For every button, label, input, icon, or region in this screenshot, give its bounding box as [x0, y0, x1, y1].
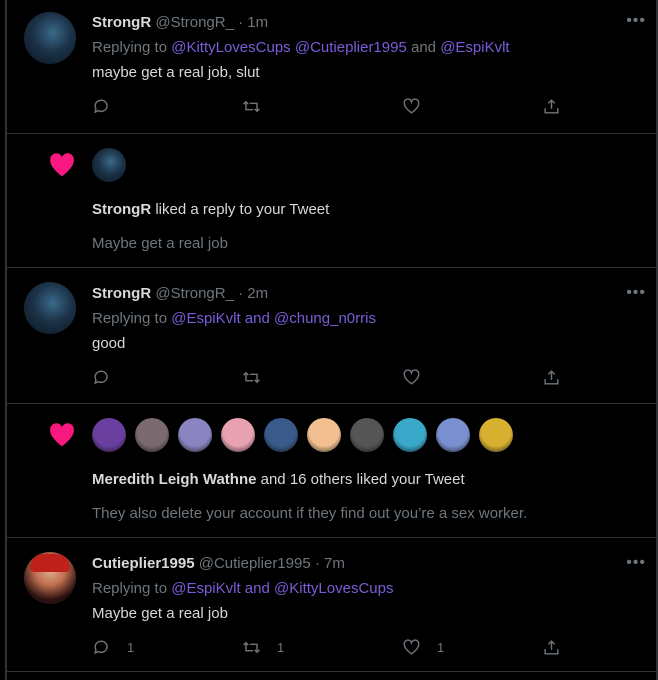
- like-notification[interactable]: StrongR liked a reply to your Tweet Mayb…: [7, 134, 656, 268]
- heart-filled-icon: [50, 423, 74, 447]
- more-horizontal-icon[interactable]: •••: [626, 284, 646, 302]
- like-button[interactable]: [402, 97, 437, 116]
- tweet-header: StrongR @StrongR_ · 1m: [92, 13, 636, 33]
- share-button[interactable]: [542, 97, 561, 116]
- tweet-text: good: [92, 335, 126, 352]
- reply-button[interactable]: [92, 368, 127, 387]
- tweet-actions: 1 1 1: [92, 638, 562, 658]
- share-button[interactable]: [542, 368, 561, 387]
- display-name[interactable]: Cutieplier1995: [92, 555, 195, 572]
- reply-icon: [94, 99, 108, 114]
- mention-link[interactable]: @EspiKvlt: [171, 310, 240, 327]
- like-count: 1: [437, 640, 445, 655]
- share-icon: [544, 370, 559, 385]
- reply-count: 1: [127, 640, 135, 655]
- mention-link[interactable]: @EspiKvlt: [440, 39, 509, 56]
- timestamp[interactable]: 2m: [247, 285, 268, 302]
- display-name[interactable]: StrongR: [92, 14, 151, 31]
- avatar[interactable]: [221, 418, 255, 452]
- action-text: and 16 others liked your Tweet: [256, 471, 465, 488]
- avatar[interactable]: [24, 282, 76, 334]
- avatar[interactable]: [479, 418, 513, 452]
- tweet-header: StrongR @StrongR_ · 2m: [92, 284, 636, 304]
- reply-notification[interactable]: StrongR @StrongR_ · 2m Replying to @Espi…: [7, 268, 656, 404]
- notification-text: Meredith Leigh Wathne and 16 others like…: [92, 470, 636, 490]
- actor-name[interactable]: Meredith Leigh Wathne: [92, 471, 256, 488]
- reply-notification[interactable]: StrongR @StrongR_ · 1m Replying to @Kitt…: [7, 0, 656, 134]
- avatar[interactable]: [393, 418, 427, 452]
- avatar[interactable]: [24, 12, 76, 64]
- mention-joiner: and: [240, 310, 275, 327]
- heart-outline-icon: [403, 98, 420, 114]
- replying-label: Replying to: [92, 39, 168, 56]
- avatar[interactable]: [24, 552, 76, 604]
- heart-outline-icon: [403, 639, 420, 655]
- replying-label: Replying to: [92, 310, 168, 327]
- mention-link[interactable]: @Cutieplier1995: [295, 39, 407, 56]
- reply-icon: [94, 370, 108, 385]
- avatar[interactable]: [436, 418, 470, 452]
- retweet-count: 1: [277, 640, 285, 655]
- mention-joiner: and: [240, 580, 275, 597]
- timestamp[interactable]: 1m: [247, 14, 268, 31]
- reply-icon: [94, 640, 108, 655]
- retweet-icon: [243, 371, 260, 384]
- mention-joiner: and: [406, 39, 441, 56]
- separator: ·: [314, 555, 320, 572]
- handle[interactable]: @Cutieplier1995: [199, 555, 311, 572]
- share-icon: [544, 99, 559, 114]
- like-button[interactable]: [402, 368, 437, 387]
- more-horizontal-icon[interactable]: •••: [626, 554, 646, 572]
- display-name[interactable]: StrongR: [92, 285, 151, 302]
- mention-link[interactable]: @chung_n0rris: [274, 310, 376, 327]
- replying-to: Replying to @KittyLovesCups @Cutieplier1…: [92, 38, 636, 58]
- replying-to: Replying to @EspiKvlt and @chung_n0rris: [92, 309, 636, 329]
- avatar[interactable]: [350, 418, 384, 452]
- reply-button[interactable]: 1: [92, 638, 134, 657]
- heart-outline-icon: [403, 369, 420, 385]
- avatar[interactable]: [307, 418, 341, 452]
- retweet-button[interactable]: [242, 368, 277, 387]
- tweet-header: Cutieplier1995 @Cutieplier1995 · 7m: [92, 554, 636, 574]
- retweet-button[interactable]: [242, 97, 277, 116]
- share-icon: [544, 640, 559, 655]
- tweet-text: maybe get a real job, slut: [92, 64, 260, 81]
- share-button[interactable]: [542, 638, 561, 657]
- handle[interactable]: @StrongR_: [155, 285, 234, 302]
- timestamp[interactable]: 7m: [324, 555, 345, 572]
- quoted-tweet-text[interactable]: Maybe get a real job: [92, 234, 636, 254]
- avatar[interactable]: [178, 418, 212, 452]
- tweet-actions: [92, 97, 562, 117]
- avatar[interactable]: [92, 418, 126, 452]
- heart-filled-icon: [50, 153, 74, 177]
- notification-text: StrongR liked a reply to your Tweet: [92, 200, 636, 220]
- avatar[interactable]: [92, 148, 126, 182]
- like-button[interactable]: 1: [402, 638, 444, 657]
- liker-avatars: [92, 148, 126, 182]
- retweet-icon: [243, 100, 260, 113]
- tweet-actions: [92, 368, 562, 388]
- retweet-button[interactable]: 1: [242, 638, 284, 657]
- mention-link[interactable]: @KittyLovesCups: [171, 39, 290, 56]
- reply-notification[interactable]: Cutieplier1995 @Cutieplier1995 · 7m Repl…: [7, 538, 656, 672]
- replying-to: Replying to @EspiKvlt and @KittyLovesCup…: [92, 579, 636, 599]
- avatar[interactable]: [135, 418, 169, 452]
- group-like-notification[interactable]: Meredith Leigh Wathne and 16 others like…: [7, 404, 656, 538]
- replying-label: Replying to: [92, 580, 168, 597]
- handle[interactable]: @StrongR_: [155, 14, 234, 31]
- more-horizontal-icon[interactable]: •••: [626, 12, 646, 30]
- action-text: liked a reply to your Tweet: [151, 201, 330, 218]
- mention-link[interactable]: @EspiKvlt: [171, 580, 240, 597]
- actor-name[interactable]: StrongR: [92, 201, 151, 218]
- reply-button[interactable]: [92, 97, 127, 116]
- tweet-text: Maybe get a real job: [92, 605, 228, 622]
- retweet-icon: [243, 641, 260, 654]
- avatar[interactable]: [264, 418, 298, 452]
- quoted-tweet-text[interactable]: They also delete your account if they fi…: [92, 504, 636, 524]
- mention-link[interactable]: @KittyLovesCups: [274, 580, 393, 597]
- separator: ·: [238, 285, 244, 302]
- liker-avatars: [92, 418, 513, 452]
- separator: ·: [238, 14, 244, 31]
